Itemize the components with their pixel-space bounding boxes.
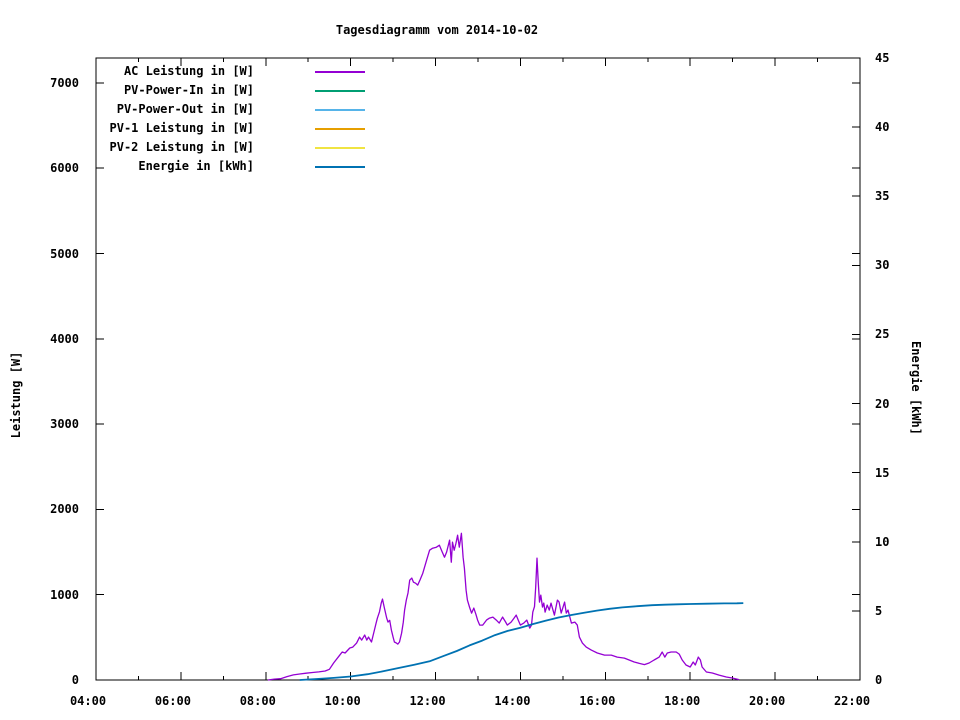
y2-tick-label: 20 [875, 396, 890, 411]
legend-row: PV-2 Leistung in [W] [0, 138, 365, 157]
y-tick-label: 0 [71, 673, 79, 687]
legend-line-sample [315, 89, 365, 92]
legend-line-sample [315, 70, 365, 73]
y2-tick-label: 30 [875, 258, 890, 273]
y-tick-label: 5000 [50, 246, 79, 261]
series-curve [299, 602, 744, 681]
legend-label: PV-2 Leistung in [W] [109, 140, 255, 154]
x-tick-label: 10:00 [324, 694, 361, 708]
legend-row: PV-Power-Out in [W] [0, 100, 365, 119]
x-tick-label: 22:00 [833, 694, 871, 708]
x-tick-label: 12:00 [409, 694, 446, 708]
y-tick-label: 4000 [50, 331, 79, 346]
x-tick-label: 18:00 [664, 694, 701, 708]
y-tick-label: 1000 [50, 587, 79, 602]
legend-label: PV-Power-Out in [W] [116, 102, 254, 116]
x-tick-label: 08:00 [239, 694, 276, 708]
y2-tick-label: 40 [875, 120, 890, 135]
y2-tick-label: 5 [875, 603, 883, 618]
y-tick-label: 3000 [50, 417, 79, 432]
chart-container: Tagesdiagramm vom 2014-10-02 Leistung [W… [0, 0, 960, 720]
series-curve [267, 532, 740, 681]
y-tick-label: 6000 [50, 161, 79, 176]
x-tick-label: 16:00 [579, 694, 616, 708]
y2-tick-label: 35 [875, 189, 890, 204]
chart-title: Tagesdiagramm vom 2014-10-02 [335, 23, 539, 37]
y-tick-label: 2000 [50, 502, 79, 517]
y-axis-label-right: Energie [kWh] [909, 341, 923, 435]
legend-line-sample [315, 127, 365, 130]
legend-label: PV-1 Leistung in [W] [109, 121, 255, 135]
legend-row: PV-1 Leistung in [W] [0, 119, 365, 138]
y-tick-label: 7000 [50, 75, 79, 90]
y2-tick-label: 0 [875, 673, 883, 687]
legend-line-sample [315, 146, 365, 149]
legend-line-sample [315, 165, 365, 168]
y2-tick-label: 15 [875, 465, 890, 480]
x-tick-label: 04:00 [69, 694, 107, 708]
y2-tick-label: 25 [875, 327, 890, 342]
x-tick-label: 06:00 [154, 694, 191, 708]
x-tick-label: 14:00 [494, 694, 531, 708]
y2-tick-label: 45 [875, 51, 890, 65]
y2-tick-label: 10 [875, 534, 890, 549]
x-tick-label: 20:00 [749, 694, 786, 708]
legend-line-sample [315, 108, 365, 111]
